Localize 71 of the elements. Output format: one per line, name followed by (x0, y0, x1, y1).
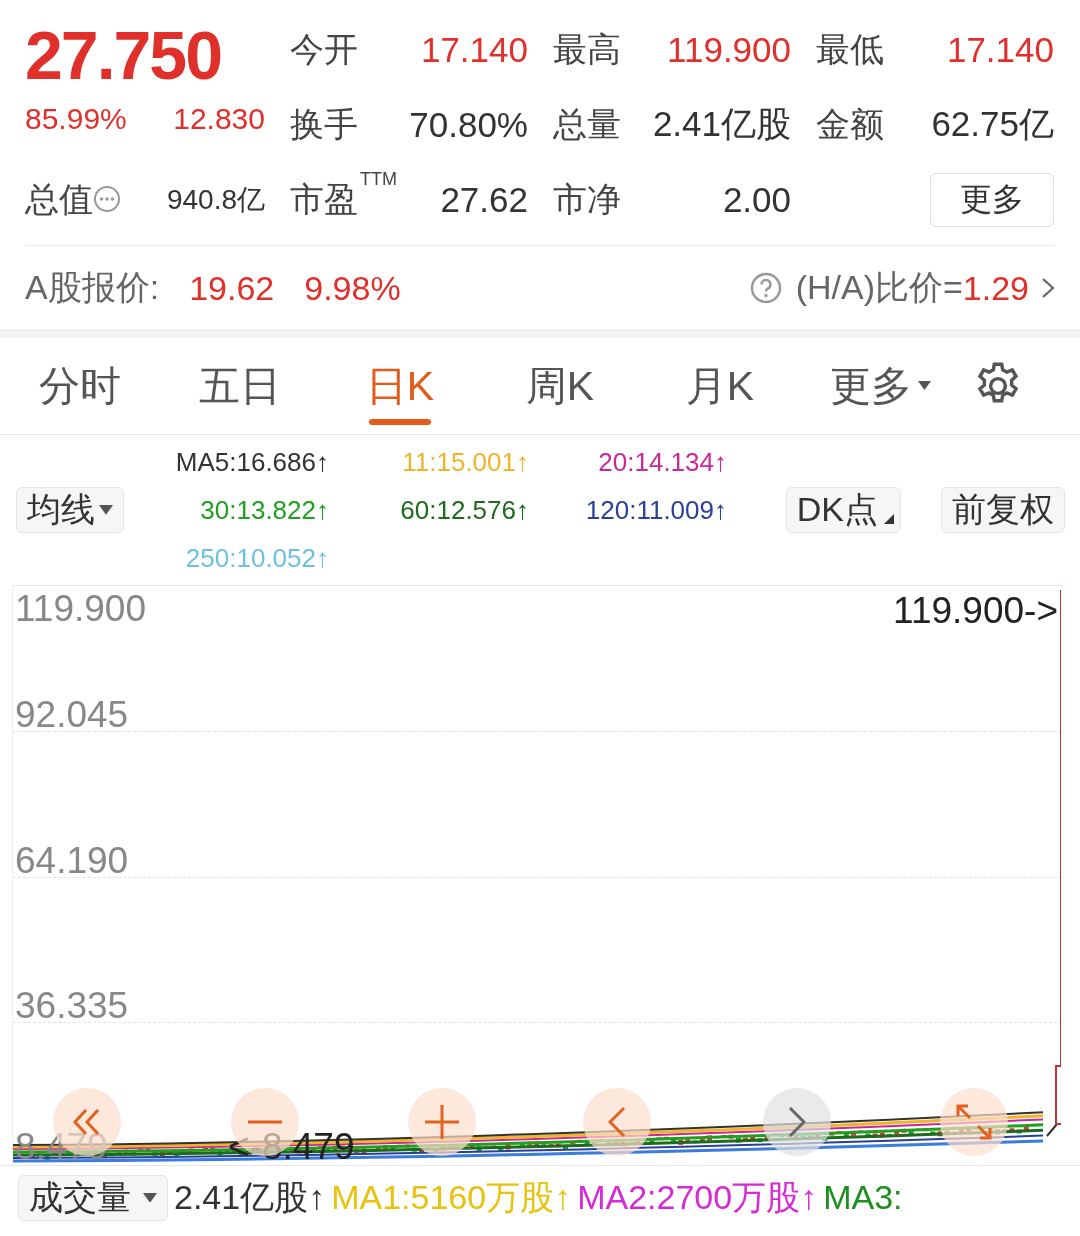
stat-label: 换手 (290, 103, 358, 145)
period-tab[interactable]: 月K (640, 337, 800, 435)
a-share-price: 19.62 (189, 268, 275, 308)
period-tab[interactable]: 分时 (0, 337, 160, 435)
ma-legend-item: 250:10.052↑ (185, 542, 329, 574)
ma-legend-item: 60:12.576↑ (400, 494, 529, 526)
ma-legend-item: 30:13.822↑ (200, 494, 329, 526)
ma-legend-item: MA5:16.686↑ (175, 446, 329, 478)
period-tab[interactable]: 五日 (160, 337, 320, 435)
period-tab[interactable]: 日K (320, 337, 480, 435)
expand-icon (956, 1104, 992, 1140)
ratio-label: (H/A)比价= (795, 267, 963, 308)
stat-label: 市净 (553, 178, 621, 220)
stat-value: 27.62 (440, 179, 528, 220)
stat-label: 总值 (25, 178, 93, 220)
stat-label: 金额 (816, 103, 884, 145)
stat-value: 62.75亿 (931, 103, 1054, 145)
stat-value: 940.8亿 (166, 182, 265, 217)
a-share-label: A股报价: (25, 267, 160, 308)
last-price: 27.750 (25, 16, 222, 95)
chevron-left-icon (608, 1106, 626, 1138)
ratio-value: 1.29 (962, 268, 1029, 308)
adjust-button[interactable]: 前复权 (941, 487, 1065, 533)
y-axis-label: 64.190 (15, 840, 129, 882)
low-price-marker: <-8.479 (228, 1126, 355, 1168)
ma-legend-item: 20:14.134↑ (598, 446, 727, 478)
more-dropdown[interactable]: 更多 (800, 337, 960, 435)
y-axis-label: 36.335 (15, 985, 129, 1027)
zoom-in-button[interactable] (408, 1088, 476, 1156)
minus-icon (248, 1119, 282, 1125)
stat-value: 2.00 (722, 179, 791, 220)
stat-value: 17.140 (420, 29, 528, 70)
volume-legend-item: MA2:2700万股↑ (577, 1176, 818, 1218)
ma-dropdown[interactable]: 均线 (16, 487, 124, 533)
y-axis-label: 8.479 (15, 1126, 108, 1168)
more-info-icon[interactable] (93, 184, 121, 213)
stat-value: 70.80% (409, 104, 528, 145)
stat-value: 17.140 (946, 29, 1054, 70)
change-percent: 85.99% (25, 102, 127, 136)
a-share-change: 9.98% (304, 268, 401, 308)
dk-point-button[interactable]: DK点 (785, 487, 901, 533)
ma-legend-item: 120:11.009↑ (585, 494, 727, 526)
high-price-marker: 119.900-> (893, 590, 1058, 632)
stat-superscript: TTM (360, 168, 397, 190)
stat-value: 119.900 (667, 29, 791, 70)
chevron-right-icon[interactable] (1041, 277, 1055, 299)
plus-icon (425, 1105, 459, 1139)
stat-label: 今开 (290, 28, 358, 70)
volume-legend-item: MA3: (823, 1178, 903, 1217)
caret-icon (143, 1192, 157, 1203)
stat-label: 总量 (553, 103, 621, 145)
corner-triangle-icon (884, 514, 894, 524)
previous-button[interactable] (583, 1088, 651, 1156)
stat-value: 2.41亿股 (652, 103, 791, 145)
change-amount: 12.830 (173, 102, 265, 136)
help-icon[interactable] (749, 272, 782, 304)
volume-legend-item: 2.41亿股↑ (174, 1176, 326, 1218)
trend-tick (1046, 1123, 1058, 1137)
caret-icon (917, 381, 931, 391)
period-tab[interactable]: 周K (480, 337, 640, 435)
chevron-right-icon (788, 1106, 806, 1138)
stat-label: 最高 (553, 28, 621, 70)
more-button[interactable]: 更多 (930, 172, 1054, 227)
y-axis-label: 119.900 (15, 588, 146, 630)
ma-legend-item: 11:15.001↑ (402, 446, 529, 478)
volume-legend-item: MA1:5160万股↑ (331, 1176, 572, 1218)
caret-icon (99, 505, 113, 515)
stat-label: 市盈 (290, 178, 358, 220)
stat-label: 最低 (816, 28, 884, 70)
volume-dropdown[interactable]: 成交量 (18, 1174, 168, 1221)
y-axis-label: 92.045 (15, 694, 129, 736)
